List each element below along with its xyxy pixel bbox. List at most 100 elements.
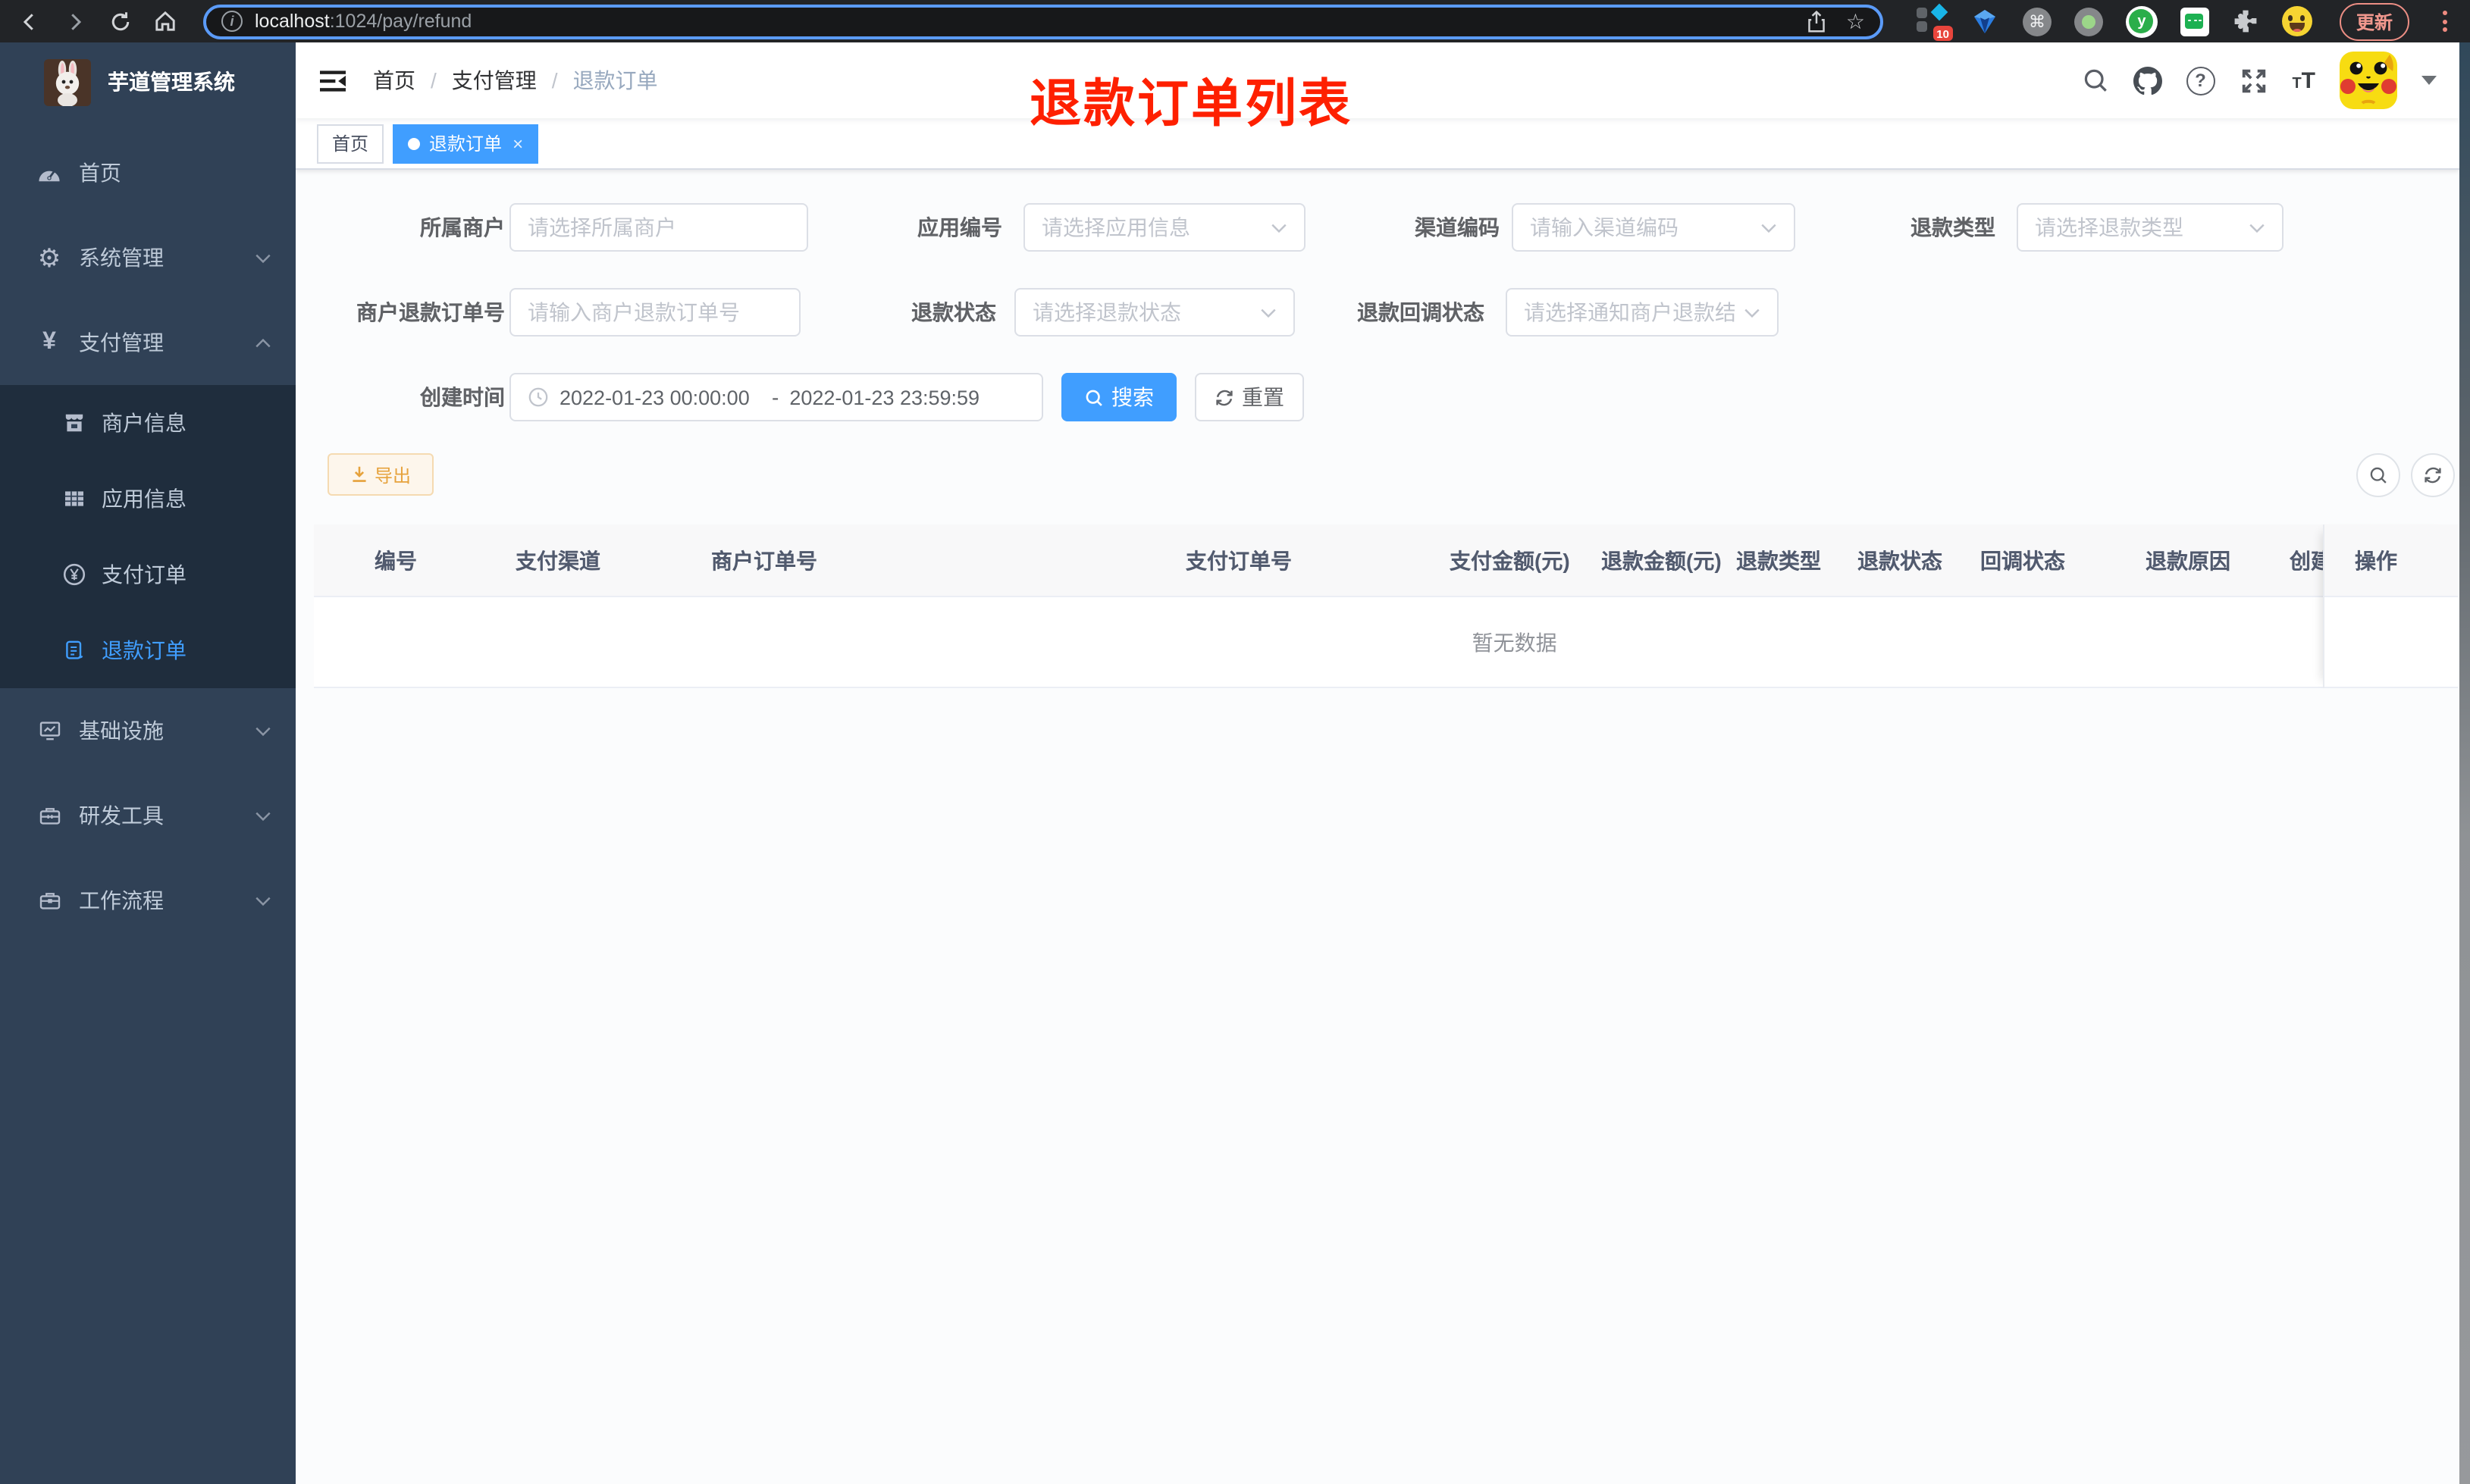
collapse-sidebar-icon[interactable]	[318, 67, 347, 93]
github-icon[interactable]	[2133, 66, 2162, 95]
field-label-refund-status: 退款状态	[911, 300, 996, 324]
extension-gem-icon[interactable]	[1970, 6, 2000, 36]
page-info-icon[interactable]: i	[221, 11, 243, 32]
col-header-refund-status: 退款状态	[1857, 548, 1942, 572]
tab-label: 首页	[332, 133, 369, 155]
url-host: localhost	[255, 11, 330, 32]
command-glyph: ⌘	[2028, 13, 2045, 31]
tags-view-bar: 首页 退款订单 ×	[296, 118, 2459, 170]
chevron-down-icon	[255, 252, 271, 263]
callback-status-select[interactable]: 请选择通知商户退款结果的	[1506, 288, 1779, 337]
sidebar-item-merchant-info[interactable]: 商户信息	[0, 385, 296, 461]
date-range-start[interactable]: 2022-01-23 00:00:00	[560, 386, 761, 409]
search-icon[interactable]	[2081, 67, 2108, 94]
font-size-icon[interactable]: TT	[2292, 69, 2315, 92]
chevron-down-icon	[1744, 307, 1760, 318]
sidebar-item-label: 商户信息	[102, 411, 187, 435]
navbar-actions: ? TT	[2081, 52, 2437, 109]
breadcrumb-pay[interactable]: 支付管理	[452, 65, 537, 95]
bookmark-star-icon[interactable]: ☆	[1846, 11, 1865, 32]
home-icon[interactable]	[152, 8, 179, 35]
logo-rabbit-image	[44, 58, 91, 105]
col-header-merchant-order-no: 商户订单号	[711, 548, 817, 572]
tab-home[interactable]: 首页	[317, 124, 384, 163]
refund-type-select[interactable]: 请选择退款类型	[2017, 203, 2283, 252]
window-scrollbar-strip[interactable]	[2459, 42, 2470, 1484]
sidebar-item-app-info[interactable]: 应用信息	[0, 461, 296, 537]
browser-menu-icon[interactable]	[2434, 11, 2455, 32]
dashboard-icon	[36, 160, 62, 186]
breadcrumb-home[interactable]: 首页	[373, 65, 415, 95]
sidebar-item-pay[interactable]: ¥ 支付管理	[0, 300, 296, 385]
create-time-range-picker[interactable]: 2022-01-23 00:00:00 - 2022-01-23 23:59:5…	[509, 373, 1043, 421]
user-avatar[interactable]	[2340, 52, 2397, 109]
url-text: localhost:1024/pay/refund	[255, 11, 472, 32]
col-header-callback-status: 回调状态	[1980, 548, 2065, 572]
reset-button[interactable]: 重置	[1195, 373, 1304, 421]
forward-icon[interactable]	[61, 8, 88, 35]
extension-grid-diamond-icon[interactable]: 10	[1916, 3, 1953, 41]
chevron-down-icon	[255, 725, 271, 736]
toggle-search-button[interactable]	[2356, 453, 2400, 497]
sidebar-item-label: 支付管理	[79, 330, 164, 355]
sidebar-item-label: 工作流程	[79, 888, 164, 913]
yen-circle-icon	[61, 562, 86, 587]
extension-chat-icon[interactable]	[2180, 7, 2209, 36]
select-placeholder: 请输入渠道编码	[1530, 215, 1679, 240]
field-label-refund-type: 退款类型	[1910, 215, 1995, 240]
extension-y-app-icon[interactable]: y	[2125, 5, 2158, 37]
col-header-refund-type: 退款类型	[1736, 548, 1821, 572]
tab-label: 退款订单	[429, 133, 503, 155]
sidebar-item-dev-tools[interactable]: 研发工具	[0, 773, 296, 858]
address-bar[interactable]: i localhost:1024/pay/refund ☆	[203, 4, 1883, 39]
sidebar-item-home[interactable]: 首页	[0, 130, 296, 215]
extension-emoji-icon[interactable]	[2281, 6, 2312, 36]
search-button[interactable]: 搜索	[1061, 373, 1177, 421]
extension-badge: 10	[1932, 26, 1953, 41]
fullscreen-icon[interactable]	[2239, 66, 2268, 95]
app-window: i localhost:1024/pay/refund ☆ 10 ⌘ y 更新 …	[0, 0, 2470, 1484]
action-cell-empty	[2324, 597, 2458, 688]
table-body: 暂无数据	[314, 597, 2458, 688]
refresh-table-button[interactable]	[2411, 453, 2455, 497]
url-path: :1024/pay/refund	[329, 11, 472, 32]
extension-status-dot-icon[interactable]	[2073, 7, 2103, 36]
share-icon[interactable]	[1807, 10, 1828, 33]
browser-update-button[interactable]: 更新	[2339, 2, 2409, 40]
main-area: 首页 / 支付管理 / 退款订单 退款订单列表 ? TT 首页 退款订单 × 所…	[296, 42, 2459, 1484]
sidebar-item-infra[interactable]: 基础设施	[0, 688, 296, 773]
chevron-up-icon	[255, 337, 271, 348]
toolbox-icon	[36, 803, 62, 828]
breadcrumb-current: 退款订单	[572, 68, 658, 92]
extensions-puzzle-icon[interactable]	[2232, 8, 2259, 35]
back-icon[interactable]	[15, 8, 42, 35]
sidebar-item-workflow[interactable]: 工作流程	[0, 858, 296, 943]
date-range-end[interactable]: 2022-01-23 23:59:59	[789, 386, 1025, 409]
app-title: 芋道管理系统	[108, 70, 235, 94]
sidebar-item-system[interactable]: ⚙ 系统管理	[0, 215, 296, 300]
date-range-separator: -	[772, 385, 779, 409]
y-glyph: y	[2129, 9, 2154, 33]
sidebar-logo-row[interactable]: 芋道管理系统	[0, 42, 296, 121]
chevron-down-icon	[255, 810, 271, 821]
breadcrumb-separator: /	[431, 68, 437, 92]
avatar-caret-icon[interactable]	[2421, 76, 2437, 92]
extension-command-icon[interactable]: ⌘	[2022, 7, 2052, 36]
export-button[interactable]: 导出	[328, 453, 434, 496]
field-label-callback-status: 退款回调状态	[1357, 300, 1484, 324]
table-header-row: 编号 支付渠道 商户订单号 支付订单号 支付金额(元) 退款金额(元) 退款类型…	[314, 524, 2458, 597]
reload-icon[interactable]	[106, 8, 133, 35]
sidebar-item-pay-order[interactable]: 支付订单	[0, 537, 296, 612]
help-icon[interactable]: ?	[2186, 66, 2215, 95]
field-label-app-no: 应用编号	[917, 215, 1002, 240]
page-annotation-title: 退款订单列表	[1030, 76, 1353, 133]
clock-icon	[528, 387, 549, 408]
breadcrumb-separator: /	[551, 68, 558, 92]
field-label-channel-code: 渠道编码	[1415, 215, 1500, 240]
sidebar-item-refund-order[interactable]: 退款订单	[0, 612, 296, 688]
sidebar: 芋道管理系统 首页 ⚙ 系统管理 ¥ 支付管理 商户信息 应用信息 支付订单 退…	[0, 42, 296, 1484]
select-placeholder: 请选择应用信息	[1042, 215, 1190, 240]
tab-refund-order[interactable]: 退款订单 ×	[393, 124, 539, 163]
col-header-refund-amount: 退款金额(元)	[1601, 548, 1721, 572]
tab-close-icon[interactable]: ×	[512, 133, 523, 154]
